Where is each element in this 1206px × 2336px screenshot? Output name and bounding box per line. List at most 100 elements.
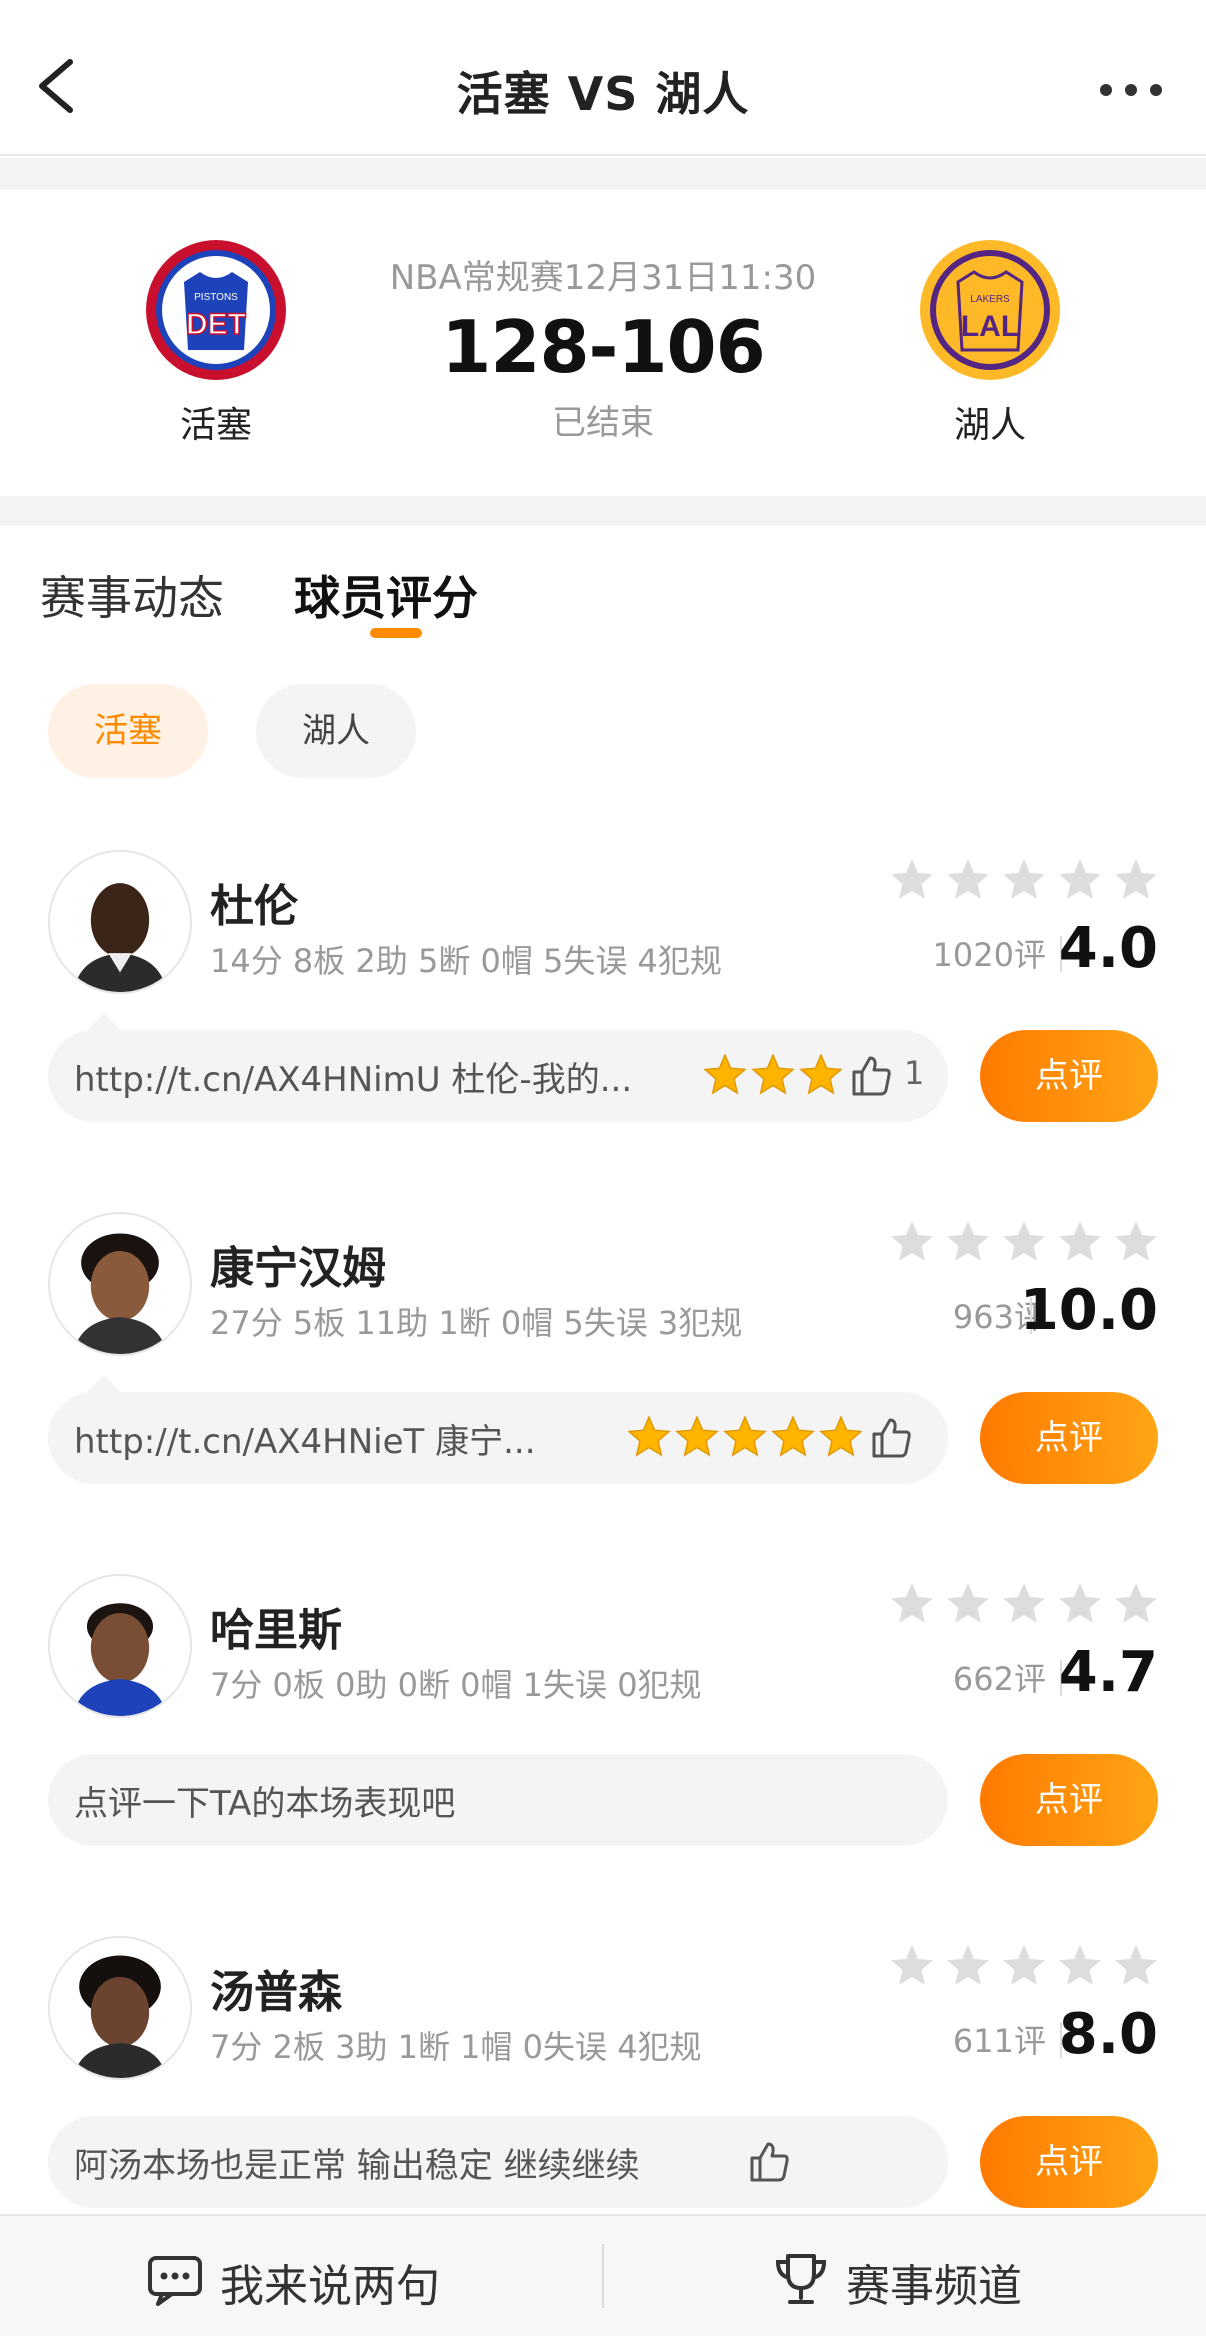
rate-button[interactable]: 点评	[980, 1392, 1158, 1484]
comment-text: 阿汤本场也是正常 输出稳定 继续继续	[74, 2146, 640, 2186]
rating-stars[interactable]	[890, 1944, 1160, 1994]
lakers-logo: LAKERS LAL	[920, 240, 1060, 380]
match-info: NBA常规赛12月31日11:30 128-106 已结束	[303, 250, 903, 444]
player-avatar[interactable]	[48, 1212, 192, 1356]
comment-stars	[627, 1415, 868, 1460]
thumbs-up-icon[interactable]	[746, 2138, 792, 2184]
player-score: 8.0	[1058, 2002, 1158, 2067]
player-stats: 14分 8板 2助 5断 0帽 5失误 4犯规	[210, 942, 722, 980]
match-status: 已结束	[552, 403, 654, 443]
svg-text:LAL: LAL	[961, 310, 1019, 343]
comment-text: http://t.cn/AX4HNimU 杜伦-我的...	[74, 1060, 633, 1100]
divider	[602, 2244, 604, 2308]
active-tab-indicator	[370, 628, 422, 638]
player-stats: 27分 5板 11助 1断 0帽 5失误 3犯规	[210, 1304, 743, 1342]
player-card: 哈里斯 7分 0板 0助 0断 0帽 1失误 0犯规 662评 4.7 点评一下…	[0, 1574, 1206, 1874]
star-icon	[799, 1053, 843, 1095]
player-stats: 7分 2板 3助 1断 1帽 0失误 4犯规	[210, 2028, 702, 2066]
svg-text:LAKERS: LAKERS	[970, 294, 1010, 305]
star-icon	[627, 1415, 671, 1457]
star-icon	[1059, 1221, 1101, 1261]
comment-input-prompt[interactable]: 点评一下TA的本场表现吧	[48, 1754, 948, 1846]
star-icon	[1115, 1221, 1157, 1261]
trophy-icon[interactable]	[772, 2250, 830, 2308]
bottom-action-bar: 我来说两句 赛事频道	[0, 2214, 1206, 2336]
pistons-logo: PISTONS DET	[146, 240, 286, 380]
player-avatar[interactable]	[48, 1936, 192, 2080]
star-icon	[891, 1221, 933, 1261]
vote-count: 1020评	[932, 936, 1046, 974]
player-avatar[interactable]	[48, 1574, 192, 1718]
player-name: 哈里斯	[210, 1605, 342, 1656]
match-summary-card: PISTONS DET 活塞 NBA常规赛12月31日11:30 128-106…	[0, 190, 1206, 496]
away-team[interactable]: LAKERS LAL 湖人	[910, 238, 1070, 448]
star-icon	[1003, 1945, 1045, 1985]
star-icon	[947, 859, 989, 899]
rate-button[interactable]: 点评	[980, 1030, 1158, 1122]
player-name: 汤普森	[210, 1967, 342, 2018]
top-nav-bar: 活塞 VS 湖人	[0, 0, 1206, 156]
events-channel-button[interactable]: 赛事频道	[846, 2250, 1022, 2314]
player-score: 4.7	[1058, 1640, 1158, 1705]
star-icon	[1059, 859, 1101, 899]
star-icon	[891, 1945, 933, 1985]
vote-count: 662评	[952, 1660, 1046, 1698]
star-icon	[1115, 1583, 1157, 1623]
star-icon	[1115, 1945, 1157, 1985]
away-team-name: 湖人	[953, 405, 1026, 446]
filter-pistons[interactable]: 活塞	[48, 684, 208, 778]
comment-icon[interactable]	[146, 2250, 204, 2308]
svg-text:DET: DET	[186, 308, 246, 341]
star-icon	[891, 859, 933, 899]
star-icon	[1003, 859, 1045, 899]
tab-match-events[interactable]: 赛事动态	[40, 562, 224, 628]
player-score: 10.0	[1019, 1278, 1158, 1343]
star-icon	[1059, 1945, 1101, 1985]
star-icon	[947, 1221, 989, 1261]
star-icon	[675, 1415, 719, 1457]
write-comment-button[interactable]: 我来说两句	[220, 2250, 440, 2314]
rate-button[interactable]: 点评	[980, 2116, 1158, 2208]
top-comment[interactable]: 阿汤本场也是正常 输出稳定 继续继续	[48, 2116, 948, 2208]
comment-text: http://t.cn/AX4HNieT 康宁...	[74, 1422, 536, 1462]
rating-stars[interactable]	[890, 1220, 1160, 1270]
star-icon	[947, 1945, 989, 1985]
home-team[interactable]: PISTONS DET 活塞	[136, 238, 296, 448]
player-avatar[interactable]	[48, 850, 192, 994]
like-count: 1	[904, 1054, 925, 1092]
star-icon	[819, 1415, 863, 1457]
tab-bar: 赛事动态 球员评分	[0, 526, 1206, 656]
svg-text:PISTONS: PISTONS	[194, 292, 238, 303]
star-icon	[771, 1415, 815, 1457]
player-name: 杜伦	[210, 881, 298, 932]
page-title: 活塞 VS 湖人	[456, 67, 750, 121]
comment-placeholder: 点评一下TA的本场表现吧	[74, 1784, 456, 1824]
rating-stars[interactable]	[890, 1582, 1160, 1632]
rate-button[interactable]: 点评	[980, 1754, 1158, 1846]
player-name: 康宁汉姆	[210, 1243, 386, 1294]
match-score: 128-106	[441, 305, 765, 389]
star-icon	[1003, 1583, 1045, 1623]
top-comment[interactable]: http://t.cn/AX4HNimU 杜伦-我的... 1	[48, 1030, 948, 1122]
star-icon	[1003, 1221, 1045, 1261]
player-score: 4.0	[1058, 916, 1158, 981]
thumbs-up-icon[interactable]	[848, 1052, 894, 1098]
star-icon	[703, 1053, 747, 1095]
player-stats: 7分 0板 0助 0断 0帽 1失误 0犯规	[210, 1666, 702, 1704]
divider	[0, 496, 1206, 526]
ellipsis-icon[interactable]	[1096, 80, 1166, 100]
star-icon	[947, 1583, 989, 1623]
tab-player-ratings[interactable]: 球员评分	[294, 562, 478, 628]
comment-stars	[703, 1053, 846, 1098]
star-icon	[723, 1415, 767, 1457]
top-comment[interactable]: http://t.cn/AX4HNieT 康宁...	[48, 1392, 948, 1484]
star-icon	[751, 1053, 795, 1095]
match-meta: NBA常规赛12月31日11:30	[389, 258, 817, 298]
vote-count: 611评	[952, 2022, 1046, 2060]
star-icon	[1115, 859, 1157, 899]
player-card: 杜伦 14分 8板 2助 5断 0帽 5失误 4犯规 1020评 4.0 htt…	[0, 850, 1206, 1150]
filter-lakers[interactable]: 湖人	[256, 684, 416, 778]
thumbs-up-icon[interactable]	[868, 1414, 914, 1460]
star-icon	[1059, 1583, 1101, 1623]
rating-stars[interactable]	[890, 858, 1160, 908]
